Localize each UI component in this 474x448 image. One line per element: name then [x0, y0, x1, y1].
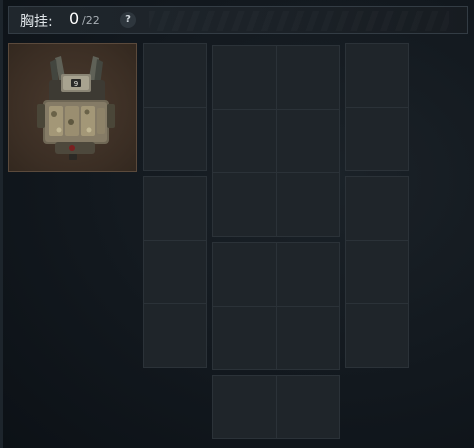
inventory-cell[interactable] — [275, 172, 340, 237]
header-decoration — [149, 11, 449, 31]
help-icon[interactable]: ? — [120, 12, 136, 28]
inventory-cell[interactable] — [345, 239, 409, 305]
inventory-cell[interactable] — [275, 375, 340, 439]
inventory-cell[interactable] — [143, 239, 207, 305]
rig-capacity: /22 — [82, 14, 100, 27]
inventory-cell[interactable] — [275, 242, 340, 307]
inventory-cell[interactable] — [275, 108, 340, 174]
panel-edge — [0, 0, 3, 448]
inventory-cell[interactable] — [345, 176, 409, 241]
rig-item-count: 0 — [69, 9, 80, 28]
grid-center-middle[interactable] — [212, 242, 340, 370]
item-badge: 9 — [74, 80, 78, 88]
equipped-chest-rig-slot[interactable]: 9 — [8, 43, 137, 172]
grid-left-bottom[interactable] — [143, 176, 207, 368]
inventory-cell[interactable] — [212, 375, 277, 439]
grid-right-bottom[interactable] — [345, 176, 409, 368]
inventory-cell[interactable] — [345, 106, 409, 171]
inventory-cell[interactable] — [345, 43, 409, 108]
inventory-cell[interactable] — [143, 43, 207, 108]
inventory-cell[interactable] — [212, 305, 277, 370]
chest-rig-icon: 9 — [37, 56, 115, 160]
inventory-cell[interactable] — [143, 176, 207, 241]
inventory-cell[interactable] — [143, 106, 207, 171]
inventory-cell[interactable] — [275, 45, 340, 110]
rig-capacity-header: 胸挂: 0 /22 ? — [8, 6, 468, 34]
inventory-cell[interactable] — [212, 108, 277, 174]
grid-right-top[interactable] — [345, 43, 409, 171]
inventory-cell[interactable] — [212, 242, 277, 307]
inventory-cell[interactable] — [345, 303, 409, 368]
grid-left-top[interactable] — [143, 43, 207, 171]
inventory-cell[interactable] — [212, 172, 277, 237]
inventory-cell[interactable] — [212, 45, 277, 110]
grid-center-bottom[interactable] — [212, 375, 340, 439]
rig-label: 胸挂: — [20, 14, 53, 30]
inventory-cell[interactable] — [143, 303, 207, 368]
grid-center-top[interactable] — [212, 45, 340, 237]
inventory-cell[interactable] — [275, 305, 340, 370]
